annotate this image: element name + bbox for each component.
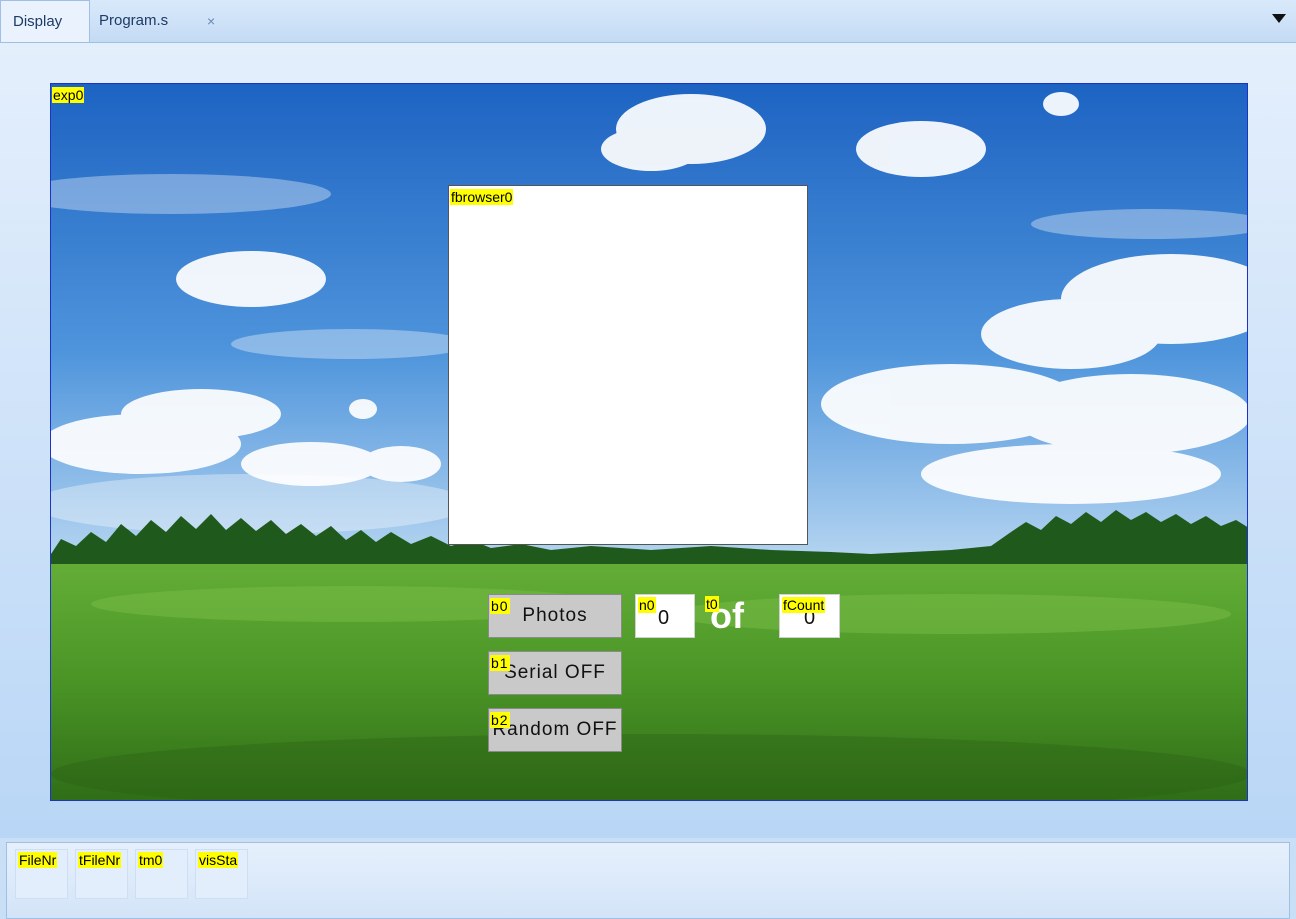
tab-bar: Display Program.s × [0,0,1296,43]
b2-tag: b2 [490,712,510,728]
photos-button[interactable]: Photos b0 [488,594,622,638]
n0-tag: n0 [638,597,656,613]
component-filenr[interactable]: FileNr [15,849,68,899]
filenr-tag: FileNr [18,852,58,868]
tm0-tag: tm0 [138,852,164,868]
close-icon[interactable]: × [207,0,215,42]
serial-button[interactable]: Serial OFF b1 [488,651,622,695]
n0-value: 0 [658,607,670,629]
component-vissta[interactable]: visSta [195,849,248,899]
component-tm0[interactable]: tm0 [135,849,188,899]
file-browser-tag: fbrowser0 [450,189,514,205]
tfilenr-tag: tFileNr [78,852,122,868]
picture-tag: exp0 [52,87,85,103]
t0-tag: t0 [705,596,719,612]
b1-tag: b1 [490,655,510,671]
fcount-tag: fCount [782,597,826,613]
component-tfilenr[interactable]: tFileNr [75,849,128,899]
random-button[interactable]: Random OFF b2 [488,708,622,752]
random-button-label: Random OFF [492,719,618,740]
tab-dropdown-icon[interactable] [1272,14,1286,23]
vissta-tag: visSta [198,852,239,868]
n0-number[interactable]: 0 n0 [635,594,695,638]
b0-tag: b0 [490,598,510,614]
photos-button-label: Photos [522,605,588,626]
fcount-number[interactable]: 0 fCount [779,594,840,638]
file-browser[interactable]: fbrowser0 [448,185,808,545]
tab-display[interactable]: Display [0,0,90,42]
serial-button-label: Serial OFF [504,662,606,683]
